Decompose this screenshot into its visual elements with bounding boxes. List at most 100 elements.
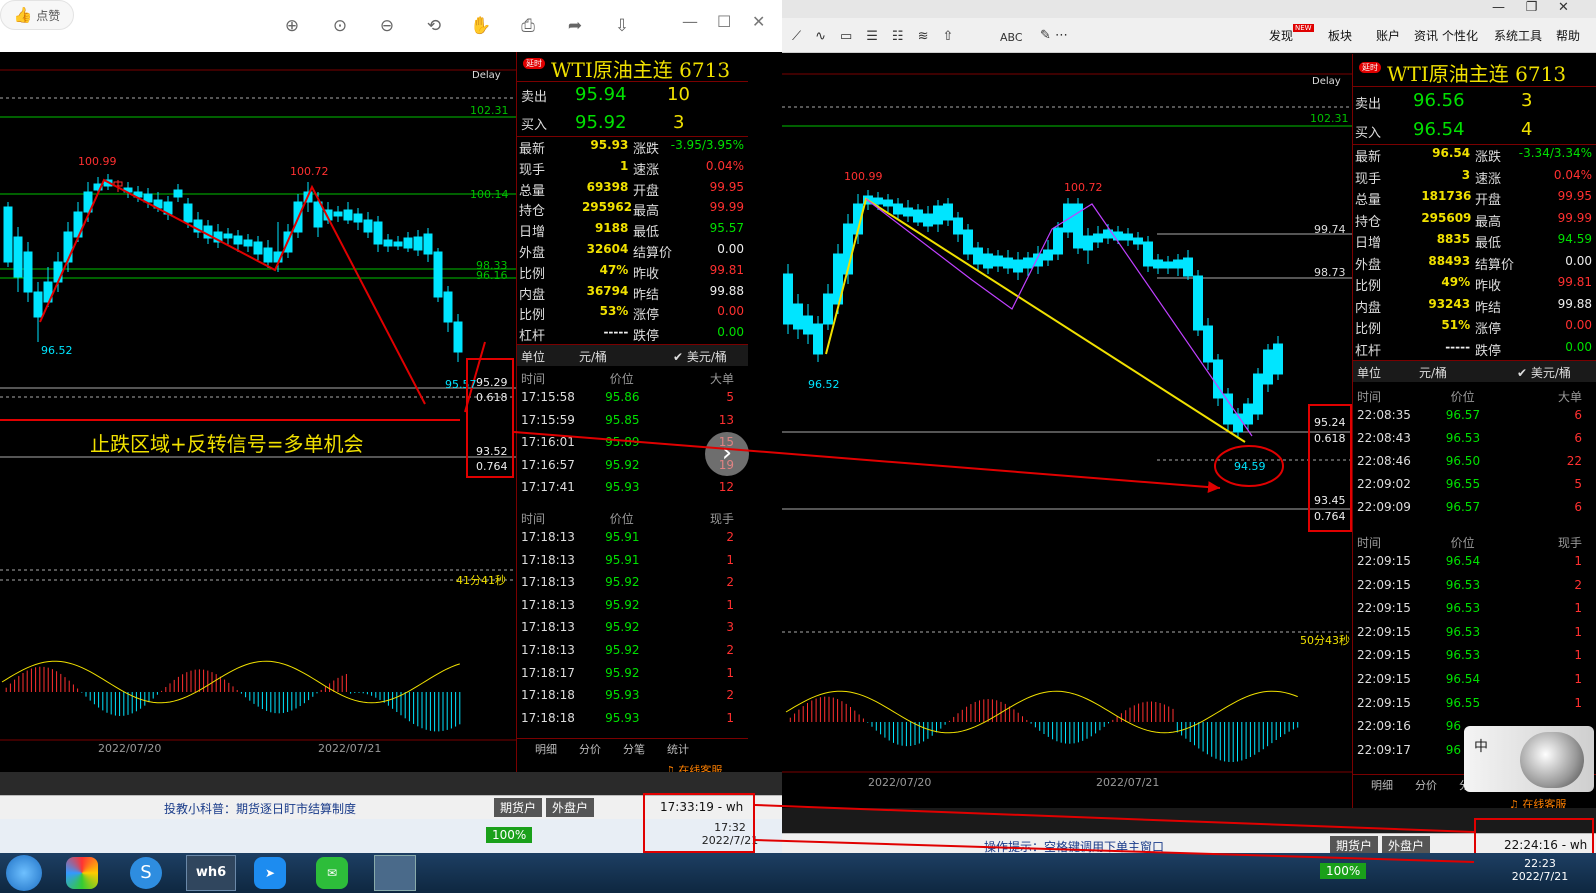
left-gutter [748, 52, 782, 772]
row-qty: 12 [718, 480, 734, 495]
stat-label: 最低 [633, 225, 660, 241]
zoom-out-icon[interactable]: ⊖ [375, 14, 399, 38]
menu-help[interactable]: 帮助 [1556, 27, 1580, 44]
col-price: 价位 [609, 372, 634, 386]
text-tool[interactable]: ABC [1000, 31, 1023, 44]
stat-value: 0.00 [717, 242, 744, 256]
row-qty: 1 [1574, 601, 1582, 616]
unit-bar: 单位 元/桶 ✔ 美元/桶 [1353, 360, 1596, 382]
candle-body [943, 203, 953, 221]
like-button[interactable]: 👍 点赞 [0, 0, 74, 30]
stat-label: 昨收 [633, 266, 660, 282]
buy-label: 买入 [521, 118, 548, 133]
left-kline-chart[interactable]: Delay 102.31 100.14 98.33 96.16 95.29 0.… [0, 52, 516, 772]
candle-body [803, 315, 813, 335]
row-price: 95.91 [605, 552, 640, 567]
row-price: 95.92 [605, 643, 640, 657]
messenger-icon[interactable]: ➤ [254, 857, 286, 889]
candle-body [1113, 231, 1123, 241]
zoom-in-icon[interactable]: ⊕ [280, 14, 304, 38]
tab-price[interactable]: 分价 [579, 741, 601, 757]
tab-trades[interactable]: 分笔 [623, 741, 645, 757]
stat-value: 94.59 [1557, 232, 1592, 246]
hand-icon[interactable]: ✋ [469, 14, 493, 38]
row-qty: 3 [726, 620, 734, 635]
row-time: 22:09:16 [1357, 719, 1411, 734]
candle-body [433, 251, 443, 298]
level-96-16: 96.16 [476, 269, 508, 282]
stat-label: 比例 [519, 308, 546, 324]
color-app-icon[interactable] [66, 857, 98, 889]
level-100-14: 100.14 [470, 188, 509, 201]
sogou-icon[interactable]: S [130, 857, 162, 889]
candle-body [873, 197, 883, 205]
actual-size-icon[interactable]: ⊙ [328, 14, 352, 38]
edu-tip: 投教小科普：期货逐日盯市结算制度 [164, 802, 357, 816]
row-time: 22:09:02 [1357, 477, 1411, 491]
stat-label: 外盘 [1355, 257, 1382, 273]
right-kline-chart[interactable]: Delay 102.31 99.74 98.73 95.24 0.618 93.… [782, 54, 1352, 808]
maximize-icon[interactable]: ☐ [717, 12, 731, 31]
tab-detail[interactable]: 明细 [535, 741, 557, 757]
thumbs-up-icon: 👍 [13, 6, 33, 24]
print-icon[interactable]: ⎙ [516, 14, 540, 38]
candle-body [1183, 257, 1193, 277]
unit-usd[interactable]: ✔ 美元/桶 [673, 348, 727, 365]
stat-label: 跌停 [633, 329, 660, 345]
menu-system-tools[interactable]: 系统工具 [1494, 27, 1542, 44]
draw-tools[interactable]: ⟋∿▭☰☷≋⇧ [792, 29, 967, 44]
start-orb-icon[interactable] [6, 855, 42, 891]
zoom-indicator: 100% [1320, 863, 1367, 879]
zigzag-lines [825, 197, 1253, 443]
candle-body [23, 251, 33, 293]
row-qty: 5 [726, 390, 734, 404]
unit-yuan[interactable]: 元/桶 [579, 348, 607, 365]
zoom-indicator: 100% [486, 827, 533, 843]
candle-body [1143, 241, 1153, 267]
share-icon[interactable]: ➦ [563, 14, 587, 38]
close-icon[interactable]: ✕ [1558, 0, 1569, 15]
candle-body [233, 235, 243, 245]
ime-widget[interactable]: 中 [1464, 726, 1594, 792]
candle-body [373, 221, 383, 245]
foreign-account-button[interactable]: 外盘户 [546, 798, 595, 817]
paint-app-icon[interactable] [374, 855, 416, 891]
row-price: 95.92 [605, 597, 640, 612]
stat-value: 32604 [586, 242, 629, 256]
stat-value: 95.93 [590, 138, 629, 152]
tab-stats[interactable]: 统计 [667, 741, 689, 757]
next-image-icon[interactable]: › [705, 432, 749, 476]
row-time: 17:18:13 [521, 643, 575, 657]
unit-yuan[interactable]: 元/桶 [1419, 364, 1447, 381]
rotate-icon[interactable]: ⟲ [422, 14, 446, 38]
high-label-1: 100.99 [78, 155, 117, 168]
download-icon[interactable]: ⇩ [610, 14, 634, 38]
stat-label: 最高 [1475, 214, 1502, 230]
menu-account[interactable]: 账户 [1376, 27, 1400, 44]
row-qty: 1 [726, 710, 734, 725]
row-price: 95.89 [605, 435, 640, 450]
row-price: 95.92 [605, 457, 640, 472]
tab-price[interactable]: 分价 [1415, 777, 1437, 793]
close-icon[interactable]: ✕ [752, 12, 765, 31]
candle-body [1203, 325, 1213, 363]
unit-bar: 单位 元/桶 ✔ 美元/桶 [517, 344, 749, 366]
menu-personalize[interactable]: 个性化 [1442, 27, 1478, 44]
futures-account-button[interactable]: 期货户 [494, 798, 543, 817]
restore-icon[interactable]: ❐ [1526, 0, 1538, 15]
wh6-app-icon[interactable]: wh6 [186, 855, 236, 891]
candle-body [13, 236, 23, 278]
row-qty: 6 [1574, 500, 1582, 514]
menu-news[interactable]: 资讯 [1414, 27, 1438, 44]
tab-detail[interactable]: 明细 [1371, 777, 1393, 793]
stat-value: 93243 [1428, 296, 1471, 311]
row-time: 22:08:43 [1357, 431, 1411, 445]
minimize-icon[interactable]: — [682, 12, 698, 31]
stat-label: 日增 [519, 225, 546, 241]
menu-sector[interactable]: 板块 [1328, 27, 1352, 44]
unit-usd[interactable]: ✔ 美元/桶 [1517, 364, 1571, 381]
wechat-icon[interactable]: ✉ [316, 857, 348, 889]
eraser-icon[interactable]: ✎ ⋯ [1040, 28, 1068, 43]
minimize-icon[interactable]: — [1492, 0, 1505, 15]
menu-discover[interactable]: 发现 [1269, 27, 1293, 44]
